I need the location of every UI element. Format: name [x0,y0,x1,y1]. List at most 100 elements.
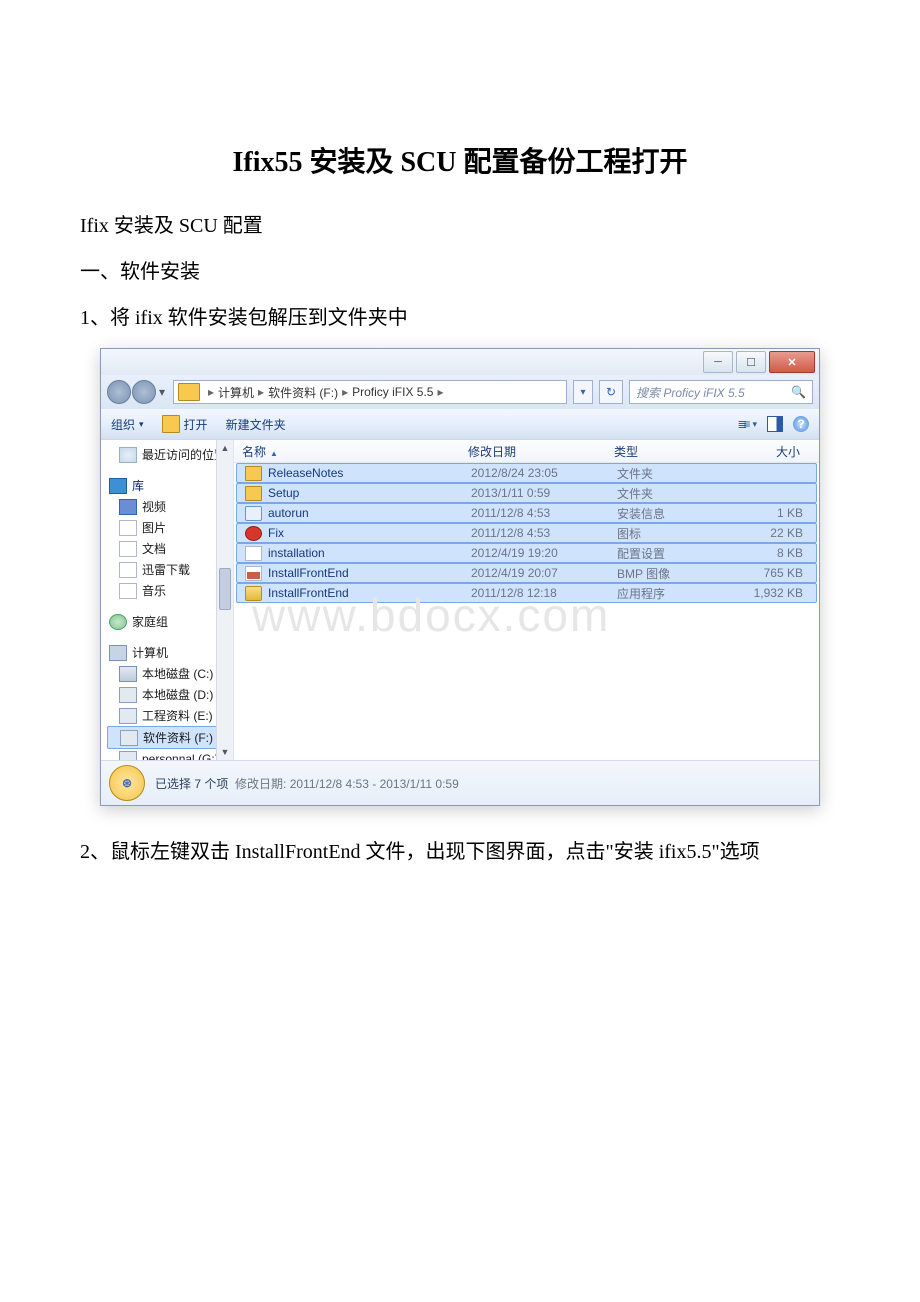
address-bar[interactable]: ▸ 计算机 ▸ 软件资料 (F:) ▸ Proficy iFIX 5.5 ▸ [173,380,567,404]
file-row[interactable]: Setup 2013/1/11 0:59文件夹 [236,483,817,503]
file-date: 2011/12/8 4:53 [463,506,609,520]
file-type: BMP 图像 [609,565,715,582]
file-icon [245,586,262,601]
file-row[interactable]: ReleaseNotes 2012/8/24 23:05文件夹 [236,463,817,483]
folder-icon [178,383,200,401]
file-icon [245,506,262,521]
file-row[interactable]: autorun 2011/12/8 4:53安装信息1 KB [236,503,817,523]
sidebar-drive-c[interactable]: 本地磁盘 (C:) [107,663,227,684]
music-icon [119,583,137,599]
close-button[interactable]: ✕ [769,351,815,373]
column-headers[interactable]: 名称▲ 修改日期 类型 大小 [234,440,819,463]
file-row[interactable]: installation 2012/4/19 19:20配置设置8 KB [236,543,817,563]
homegroup-icon [109,614,127,630]
explorer-window: ─ ☐ ✕ ▾ ▸ 计算机 ▸ 软件资料 (F:) ▸ Proficy iFIX… [100,348,820,806]
address-dropdown[interactable]: ▾ [573,380,593,404]
file-size: 1 KB [715,506,811,520]
sidebar-recent[interactable]: 最近访问的位置 [107,444,227,465]
window-caption: ─ ☐ ✕ [101,349,819,375]
sidebar-drive-f[interactable]: 软件资料 (F:) [107,726,227,749]
computer-icon [109,645,127,661]
status-main: 已选择 7 个项 [155,777,228,791]
file-name: InstallFrontEnd [268,566,349,580]
status-icon: ⊛ [109,765,145,801]
nav-forward-button[interactable] [132,380,156,404]
file-row[interactable]: InstallFrontEnd 2011/12/8 12:18应用程序1,932 … [236,583,817,603]
file-type: 文件夹 [609,485,715,502]
sidebar-docs[interactable]: 文档 [107,538,227,559]
breadcrumb-item[interactable]: 软件资料 (F:) [268,384,338,401]
file-icon [245,566,262,581]
preview-pane-button[interactable] [767,416,783,432]
organize-menu[interactable]: 组织▾ [111,416,144,433]
file-name: ReleaseNotes [268,466,343,480]
sidebar-scrollbar[interactable]: ▲ ▼ [216,440,233,760]
open-icon [162,415,180,433]
search-placeholder: 搜索 Proficy iFIX 5.5 [636,384,745,401]
file-icon [245,466,262,481]
search-input[interactable]: 搜索 Proficy iFIX 5.5 🔍 [629,380,813,404]
file-date: 2012/4/19 19:20 [463,546,609,560]
minimize-button[interactable]: ─ [703,351,733,373]
sidebar-homegroup[interactable]: 家庭组 [107,611,227,632]
sidebar: 最近访问的位置 库 视频 图片 [101,440,234,760]
file-size: 8 KB [715,546,811,560]
drive-icon [120,730,138,746]
file-date: 2011/12/8 12:18 [463,586,609,600]
file-type: 安装信息 [609,505,715,522]
file-type: 应用程序 [609,585,715,602]
file-date: 2012/4/19 20:07 [463,566,609,580]
step-2: 2、鼠标左键双击 InstallFrontEnd 文件，出现下图界面，点击"安装… [80,836,840,868]
sidebar-images[interactable]: 图片 [107,517,227,538]
image-icon [119,520,137,536]
file-size: 1,932 KB [715,586,811,600]
breadcrumb-item[interactable]: 计算机 [218,384,254,401]
search-icon: 🔍 [791,385,806,399]
maximize-button[interactable]: ☐ [736,351,766,373]
sidebar-music[interactable]: 音乐 [107,580,227,601]
sidebar-drive-d[interactable]: 本地磁盘 (D:) [107,684,227,705]
file-date: 2013/1/11 0:59 [463,486,609,500]
file-name: Setup [268,486,299,500]
toolbar: 组织▾ 打开 新建文件夹 ≣≡▾ ? [101,409,819,440]
doc-title: Ifix55 安装及 SCU 配置备份工程打开 [80,140,840,180]
file-row[interactable]: Fix2011/12/8 4:53图标22 KB [236,523,817,543]
sidebar-drive-e[interactable]: 工程资料 (E:) [107,705,227,726]
file-type: 图标 [609,525,715,542]
breadcrumb-item[interactable]: Proficy iFIX 5.5 [352,385,433,399]
step-1: 1、将 ifix 软件安装包解压到文件夹中 [80,302,840,334]
open-button[interactable]: 打开 [162,415,208,433]
doc-icon [119,541,137,557]
drive-icon [119,751,137,760]
file-name: InstallFrontEnd [268,586,349,600]
library-icon [109,478,127,494]
new-folder-button[interactable]: 新建文件夹 [226,416,286,433]
file-size: 22 KB [715,526,811,540]
nav-history-dropdown[interactable]: ▾ [157,385,167,399]
section-heading: 一、软件安装 [80,256,840,288]
file-row[interactable]: InstallFrontEnd2012/4/19 20:07BMP 图像765 … [236,563,817,583]
sidebar-drive-g[interactable]: personnal (G:) [107,749,227,760]
file-date: 2012/8/24 23:05 [463,466,609,480]
recent-icon [119,447,137,463]
nav-back-button[interactable] [107,380,131,404]
address-row: ▾ ▸ 计算机 ▸ 软件资料 (F:) ▸ Proficy iFIX 5.5 ▸… [101,375,819,409]
file-name: installation [268,546,325,560]
sidebar-library[interactable]: 库 [107,475,227,496]
help-button[interactable]: ? [793,416,809,432]
file-name: autorun [268,506,309,520]
drive-icon [119,687,137,703]
file-icon [245,526,262,541]
file-type: 文件夹 [609,465,715,482]
refresh-button[interactable]: ↻ [599,380,623,404]
file-type: 配置设置 [609,545,715,562]
sidebar-computer[interactable]: 计算机 [107,642,227,663]
video-icon [119,499,137,515]
drive-icon [119,666,137,682]
doc-subtitle: Ifix 安装及 SCU 配置 [80,210,840,242]
download-icon [119,562,137,578]
sidebar-video[interactable]: 视频 [107,496,227,517]
sidebar-xunlei[interactable]: 迅雷下载 [107,559,227,580]
file-name: Fix [268,526,284,540]
view-menu[interactable]: ≣≡▾ [737,417,757,431]
